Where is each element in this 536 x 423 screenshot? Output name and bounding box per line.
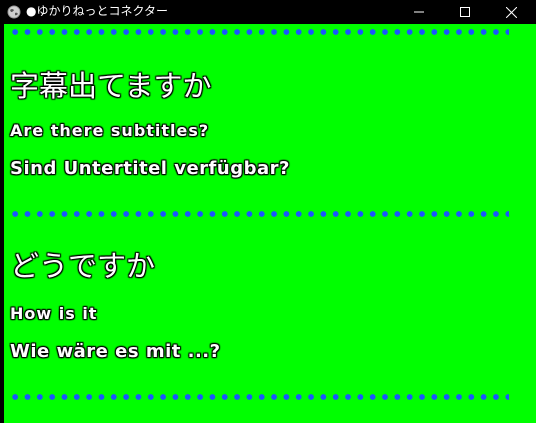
close-icon: [505, 6, 517, 18]
close-button[interactable]: [488, 0, 534, 24]
japanese-text: 字幕出てますか: [10, 69, 212, 103]
globe-icon: [7, 4, 21, 19]
english-translation: How is it: [10, 304, 98, 323]
german-translation: Wie wäre es mit ...?: [10, 341, 221, 362]
app-window: ●ゆかりねっとコネクター 字幕出てますか Are there subtitles…: [0, 0, 536, 423]
japanese-text: どうですか: [10, 249, 156, 283]
title-bar[interactable]: ●ゆかりねっとコネクター: [0, 0, 536, 24]
english-translation: Are there subtitles?: [10, 121, 210, 140]
subtitle-display: 字幕出てますか Are there subtitles? Sind Untert…: [4, 24, 536, 423]
maximize-button[interactable]: [442, 0, 488, 24]
maximize-icon: [460, 7, 470, 17]
german-translation: Sind Untertitel verfügbar?: [10, 158, 290, 179]
minimize-button[interactable]: [396, 0, 442, 24]
window-title: ●ゆかりねっとコネクター: [26, 4, 168, 18]
dotted-separator: [9, 394, 509, 400]
dotted-separator: [9, 29, 509, 35]
minimize-icon: [414, 11, 424, 13]
dotted-separator: [9, 211, 509, 217]
